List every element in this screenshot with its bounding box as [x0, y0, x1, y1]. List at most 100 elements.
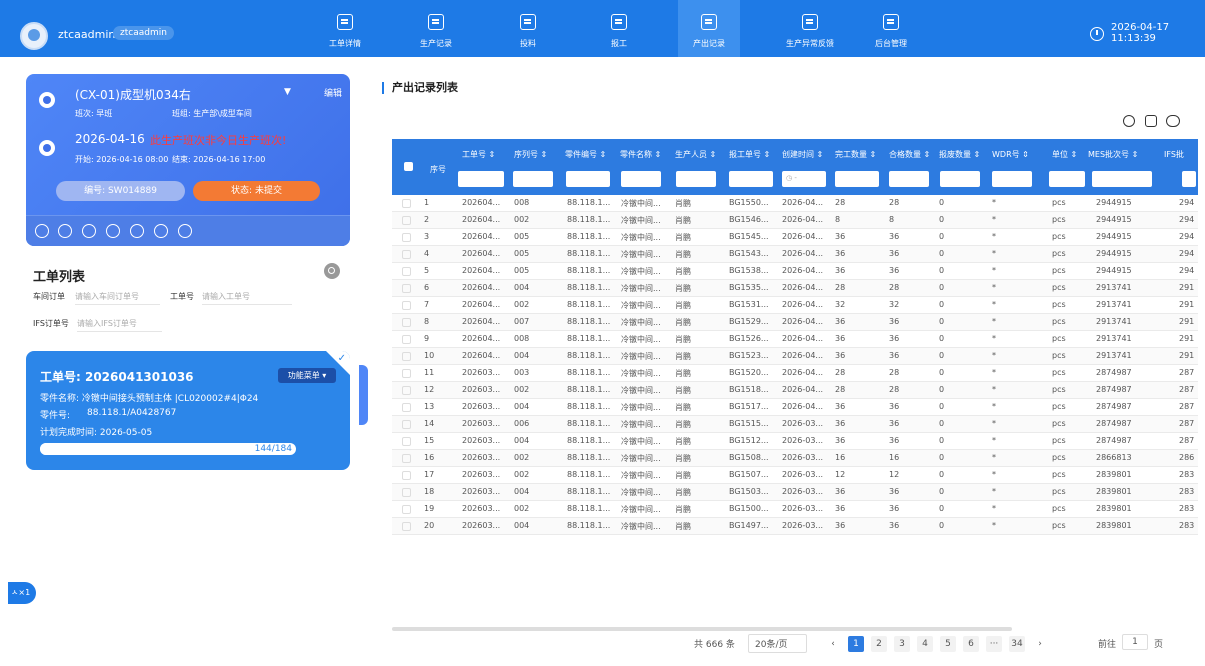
row-checkbox[interactable]: [402, 284, 411, 293]
nav-work-order-detail[interactable]: 工单详情: [314, 0, 376, 57]
row-checkbox[interactable]: [402, 454, 411, 463]
workshop-order-input[interactable]: 请输入车间订单号: [75, 291, 160, 305]
col-unit[interactable]: 单位 ⇕: [1052, 149, 1077, 160]
col-part-name[interactable]: 零件名称 ⇕: [620, 149, 661, 160]
col-scrap-qty[interactable]: 报废数量 ⇕: [939, 149, 980, 160]
table-row[interactable]: 3 202604... 005 88.118.1... 冷镦中间... 肖鹏 BG1545.…: [392, 229, 1198, 246]
row-checkbox[interactable]: [402, 522, 411, 531]
row-checkbox[interactable]: [402, 250, 411, 259]
table-row[interactable]: 14 202603... 006 88.118.1... 冷镦中间... 肖鹏 BG1515…: [392, 416, 1198, 433]
action-icon-3[interactable]: [82, 224, 96, 238]
action-icon-1[interactable]: [35, 224, 49, 238]
table-row[interactable]: 8 202604... 007 88.118.1... 冷镦中间... 肖鹏 BG1529.…: [392, 314, 1198, 331]
filter-scrap-qty[interactable]: [940, 171, 980, 187]
filter-wdr[interactable]: [992, 171, 1032, 187]
ifs-order-input[interactable]: 请输入IFS订单号: [77, 318, 162, 332]
filter-search-icon[interactable]: [324, 263, 340, 279]
filter-unit[interactable]: [1049, 171, 1085, 187]
table-row[interactable]: 19 202603... 002 88.118.1... 冷镦中间... 肖鹏 BG1500…: [392, 501, 1198, 518]
col-operator[interactable]: 生产人员 ⇕: [675, 149, 716, 160]
work-order-card[interactable]: ✓ 工单号: 2026041301036 功能菜单 ▾ 零件名称: 冷镦中间接头…: [26, 351, 350, 470]
action-icon-4[interactable]: [106, 224, 120, 238]
row-checkbox[interactable]: [402, 199, 411, 208]
col-mes-batch[interactable]: MES批次号 ⇕: [1088, 149, 1138, 160]
filter-serial[interactable]: [513, 171, 553, 187]
shift-code-button[interactable]: 编号: SW014889: [56, 181, 185, 201]
table-row[interactable]: 16 202603... 002 88.118.1... 冷镦中间... 肖鹏 BG1508…: [392, 450, 1198, 467]
page-5[interactable]: 5: [940, 636, 956, 652]
row-checkbox[interactable]: [402, 233, 411, 242]
col-qualified-qty[interactable]: 合格数量 ⇕: [889, 149, 930, 160]
page-34[interactable]: 34: [1009, 636, 1025, 652]
table-row[interactable]: 6 202604... 004 88.118.1... 冷镦中间... 肖鹏 BG1535.…: [392, 280, 1198, 297]
avatar[interactable]: [20, 22, 48, 50]
table-row[interactable]: 15 202603... 004 88.118.1... 冷镦中间... 肖鹏 BG1512…: [392, 433, 1198, 450]
work-order-input[interactable]: 请输入工单号: [202, 291, 292, 305]
row-checkbox[interactable]: [402, 352, 411, 361]
table-row[interactable]: 11 202603... 003 88.118.1... 冷镦中间... 肖鹏 BG1520…: [392, 365, 1198, 382]
filter-operator[interactable]: [676, 171, 716, 187]
col-serial[interactable]: 序列号 ⇕: [514, 149, 547, 160]
row-checkbox[interactable]: [402, 216, 411, 225]
next-page-button[interactable]: ›: [1032, 636, 1048, 652]
filter-part-no[interactable]: [566, 171, 610, 187]
row-checkbox[interactable]: [402, 403, 411, 412]
table-row[interactable]: 7 202604... 002 88.118.1... 冷镦中间... 肖鹏 BG1531.…: [392, 297, 1198, 314]
col-report-no[interactable]: 报工单号 ⇕: [729, 149, 770, 160]
floating-user-button[interactable]: ㅅ×1: [8, 582, 36, 604]
nav-report[interactable]: 报工: [588, 0, 650, 57]
table-row[interactable]: 2 202604... 002 88.118.1... 冷镦中间... 肖鹏 BG1546.…: [392, 212, 1198, 229]
nav-admin[interactable]: 后台管理: [860, 0, 922, 57]
action-icon-7[interactable]: [178, 224, 192, 238]
filter-finished-qty[interactable]: [835, 171, 879, 187]
table-row[interactable]: 10 202604... 004 88.118.1... 冷镦中间... 肖鹏 BG1523…: [392, 348, 1198, 365]
col-created[interactable]: 创建时间 ⇕: [782, 149, 823, 160]
table-row[interactable]: 1 202604... 008 88.118.1... 冷镦中间... 肖鹏 BG1550.…: [392, 195, 1198, 212]
edit-link[interactable]: 编辑: [324, 86, 342, 99]
col-ifs-batch[interactable]: IFS批: [1164, 149, 1184, 160]
row-checkbox[interactable]: [402, 386, 411, 395]
page-4[interactable]: 4: [917, 636, 933, 652]
page-1[interactable]: 1: [848, 636, 864, 652]
nav-exception-feedback[interactable]: 生产异常反馈: [770, 0, 850, 57]
filter-ifs-batch[interactable]: [1182, 171, 1196, 187]
table-row[interactable]: 20 202603... 004 88.118.1... 冷镦中间... 肖鹏 BG1497…: [392, 518, 1198, 535]
col-part-no[interactable]: 零件编号 ⇕: [565, 149, 606, 160]
horizontal-scrollbar[interactable]: [392, 627, 1012, 631]
action-icon-5[interactable]: [130, 224, 144, 238]
page-3[interactable]: 3: [894, 636, 910, 652]
col-wdr[interactable]: WDR号 ⇕: [992, 149, 1029, 160]
page-6[interactable]: 6: [963, 636, 979, 652]
action-icon-6[interactable]: [154, 224, 168, 238]
table-row[interactable]: 5 202604... 005 88.118.1... 冷镦中间... 肖鹏 BG1538.…: [392, 263, 1198, 280]
filter-part-name[interactable]: [621, 171, 661, 187]
filter-mes-batch[interactable]: [1092, 171, 1152, 187]
function-menu-button[interactable]: 功能菜单 ▾: [278, 368, 336, 383]
page-2[interactable]: 2: [871, 636, 887, 652]
collapse-handle[interactable]: [359, 365, 368, 425]
toggle-icon[interactable]: [1166, 115, 1180, 127]
row-checkbox[interactable]: [402, 471, 411, 480]
nav-feed[interactable]: 投料: [497, 0, 559, 57]
row-checkbox[interactable]: [402, 318, 411, 327]
action-icon-2[interactable]: [58, 224, 72, 238]
row-checkbox[interactable]: [402, 488, 411, 497]
table-row[interactable]: 17 202603... 002 88.118.1... 冷镦中间... 肖鹏 BG1507…: [392, 467, 1198, 484]
row-checkbox[interactable]: [402, 369, 411, 378]
select-all-checkbox[interactable]: [404, 162, 413, 171]
machine-dropdown-icon[interactable]: ▼: [284, 87, 291, 97]
row-checkbox[interactable]: [402, 335, 411, 344]
row-checkbox[interactable]: [402, 420, 411, 429]
nav-output-record[interactable]: 产出记录: [678, 0, 740, 57]
row-checkbox[interactable]: [402, 505, 411, 514]
page-more[interactable]: ···: [986, 636, 1002, 652]
row-checkbox[interactable]: [402, 267, 411, 276]
table-row[interactable]: 9 202604... 008 88.118.1... 冷镦中间... 肖鹏 BG1526.…: [392, 331, 1198, 348]
shift-state-button[interactable]: 状态: 未提交: [193, 181, 320, 201]
nav-production-record[interactable]: 生产记录: [405, 0, 467, 57]
table-row[interactable]: 4 202604... 005 88.118.1... 冷镦中间... 肖鹏 BG1543.…: [392, 246, 1198, 263]
prev-page-button[interactable]: ‹: [825, 636, 841, 652]
filter-work-order[interactable]: [458, 171, 504, 187]
col-work-order[interactable]: 工单号 ⇕: [462, 149, 495, 160]
row-checkbox[interactable]: [402, 301, 411, 310]
